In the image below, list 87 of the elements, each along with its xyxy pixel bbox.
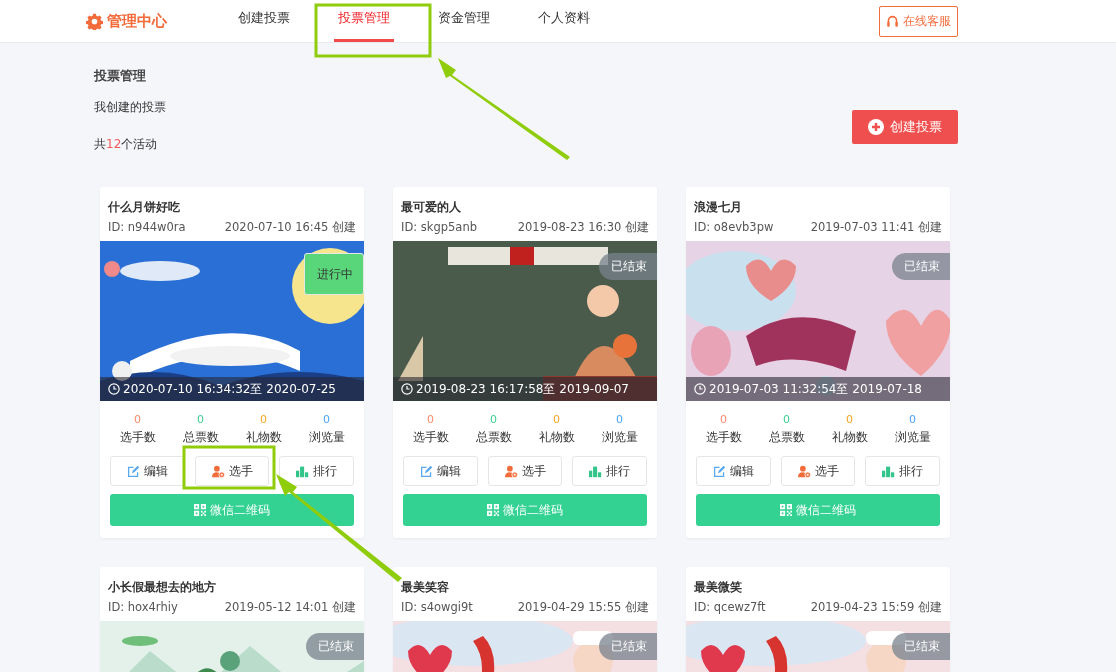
vote-id: ID: skgp5anb [401, 220, 477, 235]
clock-icon [401, 383, 413, 395]
ranking-button[interactable]: 排行 [572, 456, 647, 486]
stat-value: 0 [134, 413, 141, 426]
card-title: 浪漫七月 [693, 199, 743, 216]
stat-label: 总票数 [182, 429, 219, 446]
stat-value: 0 [553, 413, 560, 426]
edit-button[interactable]: 编辑 [110, 456, 185, 486]
vote-id: ID: qcewz7ft [694, 600, 766, 615]
stat-label: 选手数 [705, 429, 742, 446]
edit-icon [126, 464, 140, 478]
created-time: 2019-04-23 15:59 创建 [810, 600, 942, 615]
edit-icon [419, 464, 433, 478]
stat-value: 0 [616, 413, 623, 426]
gear-icon [86, 12, 103, 30]
card-title: 最可爱的人 [400, 199, 462, 216]
period-text: 2019-07-03 11:32:54至 2019-07-18 [709, 380, 922, 398]
stat-label: 礼物数 [245, 429, 282, 446]
stat-value: 0 [427, 413, 434, 426]
clock-icon [108, 383, 120, 395]
card-title: 最美笑容 [400, 579, 450, 596]
activity-count: 共12个活动 [94, 136, 159, 153]
edit-icon [712, 464, 726, 478]
stat-value: 0 [720, 413, 727, 426]
stat-value: 0 [783, 413, 790, 426]
stat-label: 选手数 [119, 429, 156, 446]
stat-label: 浏览量 [308, 429, 345, 446]
headset-icon [886, 14, 899, 28]
created-time: 2019-05-12 14:01 创建 [224, 600, 356, 615]
vote-id: ID: n944w0ra [108, 220, 186, 235]
ranking-button[interactable]: 排行 [279, 456, 354, 486]
created-time: 2019-07-03 11:41 创建 [810, 220, 942, 235]
stat-label: 礼物数 [538, 429, 575, 446]
user-plus-icon [504, 464, 518, 478]
edit-button[interactable]: 编辑 [403, 456, 478, 486]
card-title: 小长假最想去的地方 [107, 579, 217, 596]
vote-id: ID: s4owgi9t [401, 600, 473, 615]
stat-label: 浏览量 [601, 429, 638, 446]
qr-code-icon [780, 504, 792, 516]
contestant-button[interactable]: 选手 [487, 456, 563, 486]
stat-value: 0 [846, 413, 853, 426]
page-title: 投票管理 [94, 67, 147, 85]
status-badge: 已结束 [892, 633, 950, 660]
created-time: 2019-04-29 15:55 创建 [517, 600, 649, 615]
bar-chart-icon [296, 464, 310, 478]
plus-circle-icon [868, 119, 884, 135]
logo-text: 管理中心 [107, 11, 167, 31]
bar-chart-icon [589, 464, 603, 478]
nav-tab[interactable]: 投票管理 [334, 0, 394, 42]
stat-label: 选手数 [412, 429, 449, 446]
nav-tab[interactable]: 创建投票 [234, 0, 294, 42]
qr-code-icon [194, 504, 206, 516]
nav-tab[interactable]: 个人资料 [534, 0, 594, 42]
stat-value: 0 [197, 413, 204, 426]
create-vote-button[interactable]: 创建投票 [852, 110, 958, 144]
status-badge: 已结束 [306, 633, 364, 660]
stat-label: 礼物数 [831, 429, 868, 446]
bar-chart-icon [882, 464, 896, 478]
card-title: 什么月饼好吃 [106, 199, 181, 216]
period-text: 2019-08-23 16:17:58至 2019-09-07 [416, 380, 629, 398]
stat-label: 总票数 [475, 429, 512, 446]
user-plus-icon [797, 464, 811, 478]
status-badge: 已结束 [599, 253, 657, 280]
stat-value: 0 [260, 413, 267, 426]
user-plus-icon [211, 464, 225, 478]
section-subtitle: 我创建的投票 [94, 99, 166, 116]
status-badge: 进行中 [304, 253, 364, 295]
created-time: 2019-08-23 16:30 创建 [517, 220, 649, 235]
period-text: 2020-07-10 16:34:32至 2020-07-25 [123, 380, 336, 398]
vote-id: ID: hox4rhiy [108, 600, 178, 615]
vote-id: ID: o8evb3pw [694, 220, 774, 235]
card-title: 最美微笑 [693, 579, 743, 596]
edit-button[interactable]: 编辑 [696, 456, 771, 486]
stat-value: 0 [909, 413, 916, 426]
stat-value: 0 [490, 413, 497, 426]
stat-label: 浏览量 [894, 429, 931, 446]
nav-tab[interactable]: 资金管理 [434, 0, 494, 42]
status-badge: 已结束 [599, 633, 657, 660]
ranking-button[interactable]: 排行 [865, 456, 940, 486]
qr-code-icon [487, 504, 499, 516]
clock-icon [694, 383, 706, 395]
created-time: 2020-07-10 16:45 创建 [224, 220, 356, 235]
contestant-button[interactable]: 选手 [780, 456, 856, 486]
stat-value: 0 [323, 413, 330, 426]
status-badge: 已结束 [892, 253, 950, 280]
contestant-button[interactable]: 选手 [194, 456, 270, 486]
stat-label: 总票数 [768, 429, 805, 446]
